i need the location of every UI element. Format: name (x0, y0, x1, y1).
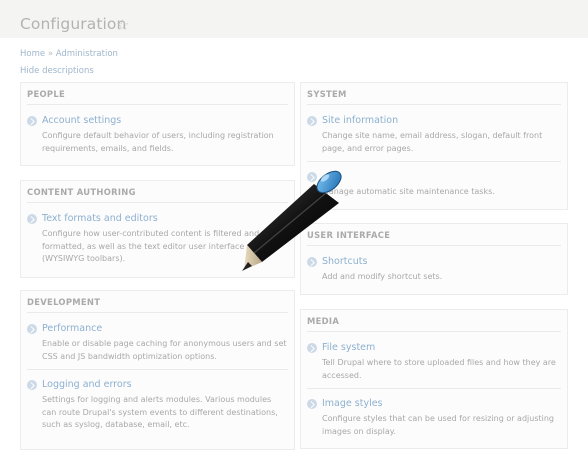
divider (307, 388, 561, 389)
site-information-link[interactable]: Site information (322, 115, 398, 126)
image-styles-link[interactable]: Image styles (322, 398, 383, 409)
divider (307, 331, 561, 332)
item-description: Settings for logging and alerts modules.… (42, 395, 278, 429)
chevron-icon (307, 116, 317, 126)
panel-media: MEDIA File system Tell Drupal where to s… (300, 309, 568, 449)
item-description: Tell Drupal where to store uploaded file… (322, 358, 556, 380)
panel-system: SYSTEM Site information Change site name… (300, 82, 568, 210)
panel-title: CONTENT AUTHORING (27, 187, 136, 197)
divider (307, 245, 561, 246)
breadcrumb-home-link[interactable]: Home (20, 49, 45, 59)
panel-title: MEDIA (307, 316, 340, 326)
shortcuts-link[interactable]: Shortcuts (322, 256, 367, 267)
panel-title: DEVELOPMENT (27, 297, 101, 307)
chevron-icon (27, 116, 37, 126)
item-description: Change site name, email address, slogan,… (322, 131, 543, 153)
item-description: Configure default behavior of users, inc… (42, 131, 274, 153)
list-item: Site information Change site name, email… (307, 115, 561, 155)
account-settings-link[interactable]: Account settings (42, 115, 121, 126)
panel-title: SYSTEM (307, 89, 347, 99)
list-item: File system Tell Drupal where to store u… (307, 342, 561, 382)
panel-user-interface: USER INTERFACE Shortcuts Add and modify … (300, 223, 568, 295)
list-item: Logging and errors Settings for logging … (27, 379, 288, 432)
list-item: Shortcuts Add and modify shortcut sets. (307, 256, 561, 284)
chevron-icon (27, 324, 37, 334)
chevron-icon (27, 380, 37, 390)
breadcrumb: Home » Administration (20, 49, 118, 59)
item-description: Enable or disable page caching for anony… (42, 339, 287, 361)
breadcrumb-separator: » (47, 49, 54, 59)
panel-title: USER INTERFACE (307, 230, 391, 240)
star-icon[interactable]: ☆ (116, 16, 129, 34)
hide-descriptions-link[interactable]: Hide descriptions (20, 66, 94, 76)
panel-content-authoring: CONTENT AUTHORING Text formats and edito… (20, 180, 295, 278)
item-description: Manage automatic site maintenance tasks. (322, 187, 495, 196)
panel-development: DEVELOPMENT Performance Enable or disabl… (20, 290, 295, 450)
list-item: Text formats and editors Configure how u… (27, 213, 288, 266)
page-header: Configuration ☆ (0, 0, 588, 38)
chevron-icon (307, 343, 317, 353)
list-item: Image styles Configure styles that can b… (307, 398, 561, 438)
divider (27, 369, 288, 370)
divider (307, 104, 561, 105)
divider (27, 202, 288, 203)
chevron-icon (307, 399, 317, 409)
divider (27, 312, 288, 313)
page-title: Configuration (20, 15, 127, 33)
performance-link[interactable]: Performance (42, 323, 102, 334)
item-description: Add and modify shortcut sets. (322, 272, 443, 281)
list-item: Account settings Configure default behav… (27, 115, 288, 155)
list-item: Performance Enable or disable page cachi… (27, 323, 288, 363)
panel-title: PEOPLE (27, 89, 65, 99)
chevron-icon (307, 257, 317, 267)
logging-errors-link[interactable]: Logging and errors (42, 379, 132, 390)
list-item: Manage automatic site maintenance tasks. (307, 171, 561, 199)
breadcrumb-admin-link[interactable]: Administration (56, 49, 118, 59)
divider (27, 104, 288, 105)
chevron-icon (27, 214, 37, 224)
chevron-icon (307, 172, 317, 182)
item-description: Configure how user-contributed content i… (42, 229, 260, 263)
divider (307, 161, 561, 162)
text-formats-link[interactable]: Text formats and editors (42, 213, 158, 224)
file-system-link[interactable]: File system (322, 342, 375, 353)
panel-people: PEOPLE Account settings Configure defaul… (20, 82, 295, 166)
item-description: Configure styles that can be used for re… (322, 414, 554, 436)
